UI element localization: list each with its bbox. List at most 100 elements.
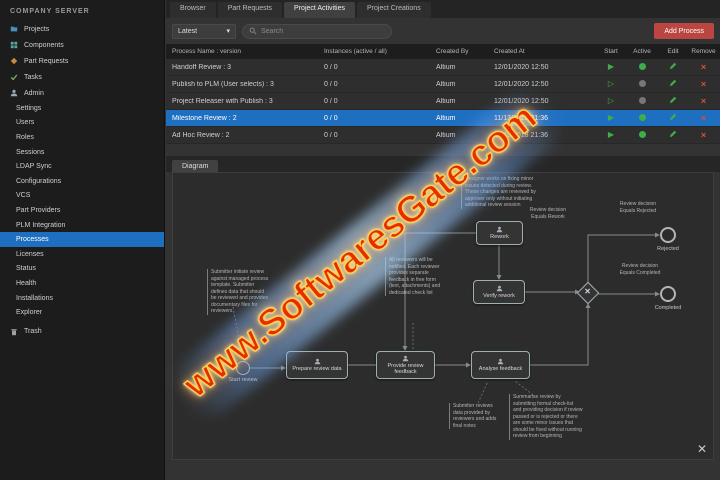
column-header-remove: Remove bbox=[691, 48, 716, 55]
sidebar-item-status[interactable]: Status bbox=[0, 262, 164, 277]
add-process-button[interactable]: Add Process bbox=[654, 23, 714, 39]
sidebar-item-label: Part Requests bbox=[24, 57, 69, 65]
table-row[interactable]: Handoff Review : 3 0 / 0 Altium 12/01/20… bbox=[166, 59, 720, 76]
process-name: Ad Hoc Review : 2 bbox=[172, 131, 230, 139]
column-header-active: Active bbox=[633, 48, 651, 55]
table-row[interactable]: Ad Hoc Review : 2 0 / 0 Altium 11/13/201… bbox=[166, 127, 720, 144]
tab-browser[interactable]: Browser bbox=[170, 2, 216, 18]
edit-process-icon[interactable] bbox=[658, 79, 688, 89]
edit-process-icon[interactable] bbox=[658, 130, 688, 140]
table-row[interactable]: Publish to PLM (User selects) : 3 0 / 0 … bbox=[166, 76, 720, 93]
gateway-x-icon: × bbox=[584, 286, 591, 298]
remove-process-icon[interactable]: × bbox=[701, 63, 706, 72]
search-input[interactable] bbox=[261, 27, 385, 35]
sidebar-item-label: Components bbox=[24, 41, 64, 49]
tab-project-creations[interactable]: Project Creations bbox=[357, 2, 431, 18]
start-process-icon[interactable]: ▶ bbox=[608, 63, 614, 71]
start-process-icon[interactable]: ▶ bbox=[608, 131, 614, 139]
process-instances: 0 / 0 bbox=[324, 114, 338, 122]
active-status-icon[interactable] bbox=[638, 113, 646, 121]
sidebar-item-settings[interactable]: Settings bbox=[0, 101, 164, 116]
process-created-by: Altium bbox=[436, 97, 456, 105]
sidebar-item-processes[interactable]: Processes bbox=[0, 232, 164, 247]
sidebar-item-sessions[interactable]: Sessions bbox=[0, 145, 164, 160]
sidebar-item-components[interactable]: Components bbox=[0, 37, 164, 53]
table-row[interactable]: Project Releaser with Publish : 3 0 / 0 … bbox=[166, 93, 720, 110]
rejected-label: Rejected bbox=[657, 246, 679, 252]
completed-label: Completed bbox=[654, 305, 682, 311]
sidebar-item-admin[interactable]: Admin bbox=[0, 85, 164, 101]
column-header-created-at[interactable]: Created At bbox=[488, 48, 596, 55]
search-icon bbox=[249, 27, 257, 35]
edge-label-decision-rejected: Review decision Equals Rejected bbox=[619, 201, 657, 214]
sidebar-item-label: LDAP Sync bbox=[16, 163, 52, 171]
sidebar-item-ldap-sync[interactable]: LDAP Sync bbox=[0, 159, 164, 174]
column-header-name[interactable]: Process Name : version bbox=[166, 48, 318, 55]
user-task-icon bbox=[402, 355, 409, 362]
sidebar-item-label: Trash bbox=[24, 328, 42, 336]
close-icon[interactable]: ✕ bbox=[697, 443, 707, 455]
completed-end-event-node bbox=[660, 286, 676, 302]
user-task-icon bbox=[314, 358, 321, 365]
tasks-icon bbox=[10, 74, 18, 81]
task-provide-review-feedback: Provide review feedback bbox=[376, 351, 435, 379]
sidebar-item-explorer[interactable]: Explorer bbox=[0, 305, 164, 320]
column-header-created-by[interactable]: Created By bbox=[430, 48, 488, 55]
start-process-icon[interactable]: ▷ bbox=[608, 97, 614, 105]
tab-project-activities[interactable]: Project Activities bbox=[284, 2, 356, 18]
sidebar-item-projects[interactable]: Projects bbox=[0, 21, 164, 37]
sidebar-item-installations[interactable]: Installations bbox=[0, 291, 164, 306]
tab-diagram[interactable]: Diagram bbox=[172, 160, 219, 172]
active-status-icon[interactable] bbox=[638, 130, 646, 138]
process-created-at: 12/01/2020 12:50 bbox=[494, 80, 549, 88]
column-header-edit: Edit bbox=[667, 48, 679, 55]
task-verify-rework: Verify rework bbox=[473, 280, 525, 304]
active-status-icon[interactable] bbox=[638, 62, 646, 70]
sidebar-item-users[interactable]: Users bbox=[0, 116, 164, 131]
process-instances: 0 / 0 bbox=[324, 80, 338, 88]
active-status-icon[interactable] bbox=[638, 96, 646, 104]
sidebar-item-plm-integration[interactable]: PLM Integration bbox=[0, 218, 164, 233]
edit-process-icon[interactable] bbox=[658, 113, 688, 123]
version-filter-dropdown[interactable]: Latest ▾ bbox=[172, 23, 236, 39]
column-header-instances[interactable]: Instances (active / all) bbox=[318, 48, 430, 55]
main-content: Browser Part Requests Project Activities… bbox=[166, 0, 720, 480]
process-instances: 0 / 0 bbox=[324, 131, 338, 139]
user-task-icon bbox=[496, 285, 503, 292]
start-process-icon[interactable]: ▶ bbox=[608, 114, 614, 122]
table-header-row: Process Name : version Instances (active… bbox=[166, 44, 720, 59]
sidebar-item-vcs[interactable]: VCS bbox=[0, 189, 164, 204]
sidebar-item-configurations[interactable]: Configurations bbox=[0, 174, 164, 189]
remove-process-icon[interactable]: × bbox=[701, 97, 706, 106]
task-rework: Rework bbox=[476, 221, 523, 245]
edit-process-icon[interactable] bbox=[658, 62, 688, 72]
sidebar-item-tasks[interactable]: Tasks bbox=[0, 69, 164, 85]
active-status-icon[interactable] bbox=[638, 79, 646, 87]
process-instances: 0 / 0 bbox=[324, 63, 338, 71]
sidebar-item-label: Licenses bbox=[16, 250, 44, 258]
server-title: COMPANY SERVER bbox=[10, 8, 90, 15]
sidebar-item-part-requests[interactable]: Part Requests bbox=[0, 53, 164, 69]
sidebar-item-trash[interactable]: Trash bbox=[0, 324, 164, 340]
sidebar-item-label: Status bbox=[16, 265, 36, 273]
sidebar-item-label: Installations bbox=[16, 294, 53, 302]
sidebar-item-licenses[interactable]: Licenses bbox=[0, 247, 164, 262]
tab-part-requests[interactable]: Part Requests bbox=[217, 2, 283, 18]
process-created-at: 11/13/2018 21:36 bbox=[494, 114, 548, 122]
remove-process-icon[interactable]: × bbox=[701, 80, 706, 89]
annotation-reviewers-notified: All reviewers will be notified. Each rev… bbox=[385, 257, 443, 296]
remove-process-icon[interactable]: × bbox=[701, 114, 706, 123]
start-process-icon[interactable]: ▷ bbox=[608, 80, 614, 88]
edge-label-decision-rework: Review decision Equals Rework bbox=[529, 207, 567, 220]
sidebar-item-label: Roles bbox=[16, 133, 34, 141]
process-created-at: 11/13/2018 21:36 bbox=[494, 131, 548, 139]
annotation-submitter-initiate: Submitter initiate review against manage… bbox=[207, 269, 271, 315]
sidebar-item-label: Settings bbox=[16, 104, 42, 112]
process-name: Publish to PLM (User selects) : 3 bbox=[172, 80, 274, 88]
edit-process-icon[interactable] bbox=[658, 96, 688, 106]
table-row-selected[interactable]: Milestone Review : 2 0 / 0 Altium 11/13/… bbox=[166, 110, 720, 127]
remove-process-icon[interactable]: × bbox=[701, 131, 706, 140]
sidebar-item-part-providers[interactable]: Part Providers bbox=[0, 203, 164, 218]
sidebar-item-roles[interactable]: Roles bbox=[0, 130, 164, 145]
sidebar-item-health[interactable]: Health bbox=[0, 276, 164, 291]
